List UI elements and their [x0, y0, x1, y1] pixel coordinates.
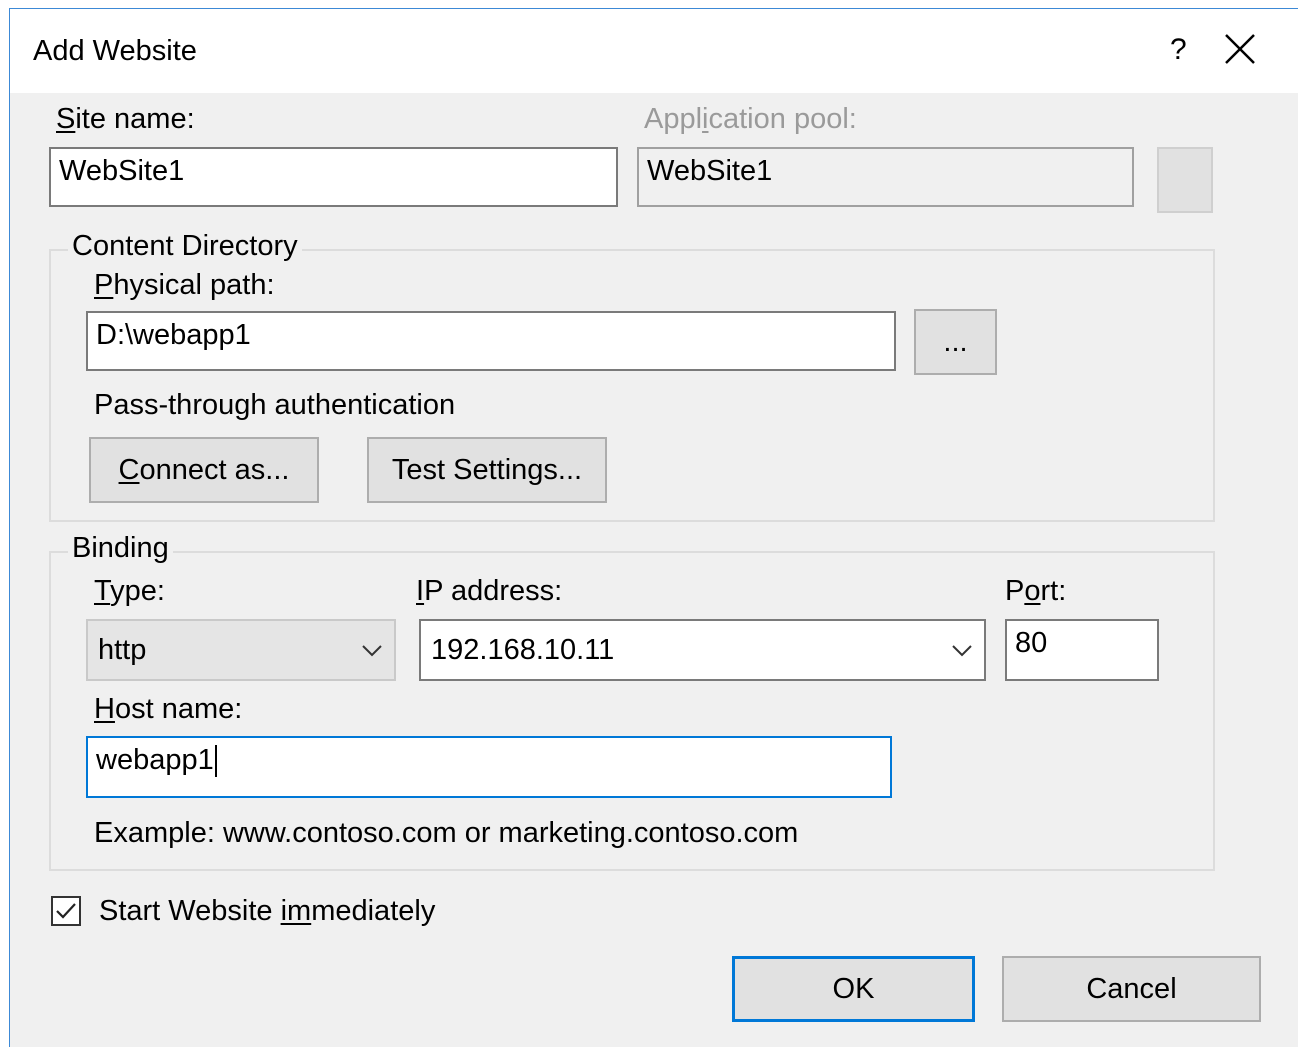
- connect-as-label-rest: onnect as...: [139, 453, 290, 486]
- checkmark-icon: [56, 903, 76, 919]
- ip-address-select[interactable]: 192.168.10.11: [419, 619, 986, 681]
- start-label-post: mediately: [311, 895, 436, 927]
- site-name-label: Site name:: [56, 103, 195, 135]
- select-app-pool-button: [1157, 147, 1213, 213]
- physical-path-input[interactable]: D:\webapp1: [86, 311, 896, 371]
- dialog-title: Add Website: [33, 35, 197, 67]
- type-select-value: http: [98, 633, 147, 666]
- ip-address-value: 192.168.10.11: [431, 633, 615, 666]
- start-label-underline: im: [280, 895, 312, 927]
- connect-as-button[interactable]: Connect as...: [89, 437, 319, 503]
- chevron-down-icon: [362, 645, 382, 657]
- site-name-label-rest: ite name:: [75, 103, 195, 135]
- connect-as-label: Connect as...: [118, 453, 290, 486]
- start-website-label[interactable]: Start Website immediately: [99, 895, 435, 928]
- pass-through-label: Pass-through authentication: [94, 389, 456, 421]
- host-name-label: Host name:: [94, 693, 243, 725]
- host-name-value: webapp1: [96, 744, 214, 776]
- application-pool-field: WebSite1: [637, 147, 1134, 207]
- help-button[interactable]: ?: [1170, 33, 1187, 67]
- start-label-pre: Start Website: [99, 895, 281, 927]
- test-settings-button[interactable]: Test Settings...: [367, 437, 607, 503]
- close-icon[interactable]: [1222, 31, 1258, 67]
- title-bar: Add Website ?: [10, 9, 1298, 93]
- type-label-rest: ype:: [110, 575, 165, 607]
- host-name-label-rest: ost name:: [114, 693, 243, 725]
- start-website-checkbox[interactable]: [51, 896, 81, 926]
- port-label: Port:: [1005, 575, 1066, 608]
- content-directory-title: Content Directory: [68, 230, 302, 263]
- host-name-input[interactable]: webapp1: [86, 736, 892, 798]
- add-website-dialog: Add Website ? Site name: WebSite1 Applic…: [9, 8, 1298, 1047]
- application-pool-label: Application pool:: [644, 103, 857, 136]
- ip-address-label-rest: P address:: [424, 575, 563, 607]
- browse-button[interactable]: ...: [914, 309, 997, 375]
- port-label-post: rt:: [1040, 575, 1067, 607]
- binding-title: Binding: [68, 532, 173, 565]
- ip-address-label: IP address:: [416, 575, 563, 607]
- physical-path-label: Physical path:: [94, 269, 275, 301]
- app-pool-label-post: cation pool:: [708, 103, 857, 135]
- port-label-pre: P: [1005, 575, 1025, 607]
- port-input[interactable]: 80: [1005, 619, 1159, 681]
- app-pool-label-pre: Appl: [644, 103, 703, 135]
- site-name-input[interactable]: WebSite1: [49, 147, 618, 207]
- type-label: Type:: [94, 575, 165, 607]
- text-caret: [214, 745, 217, 778]
- chevron-down-icon: [952, 645, 972, 657]
- cancel-button[interactable]: Cancel: [1002, 956, 1261, 1022]
- type-select[interactable]: http: [86, 619, 396, 681]
- physical-path-label-rest: hysical path:: [113, 269, 275, 301]
- host-name-example: Example: www.contoso.com or marketing.co…: [94, 817, 799, 849]
- port-label-underline: o: [1024, 575, 1041, 607]
- ok-button[interactable]: OK: [732, 956, 975, 1022]
